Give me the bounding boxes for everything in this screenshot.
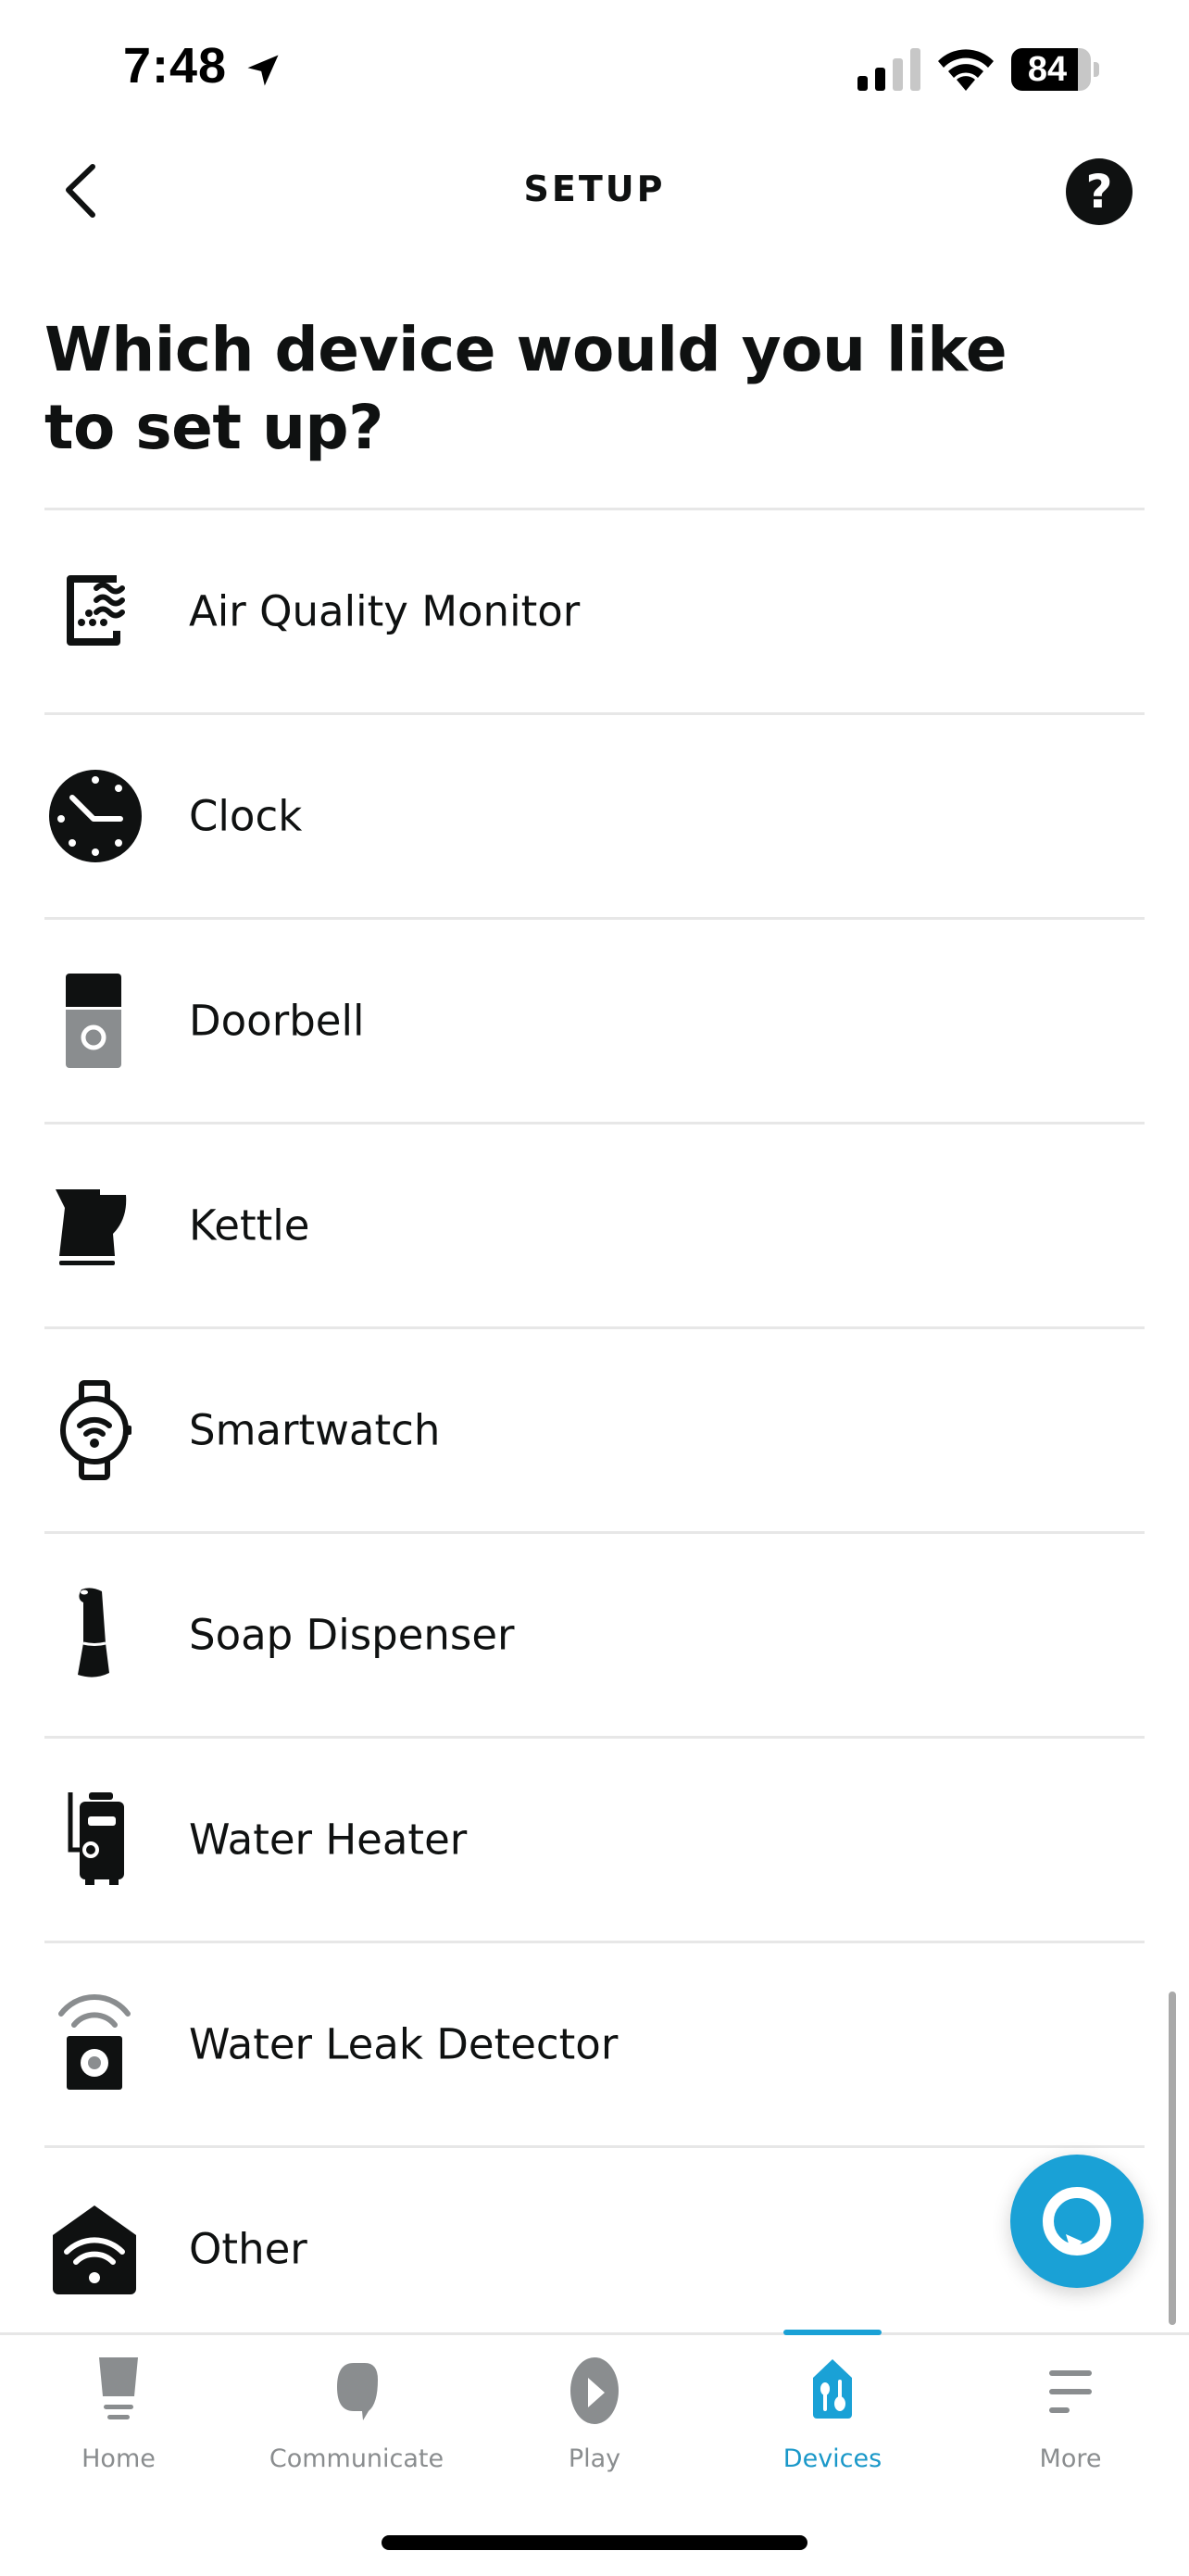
smartwatch-icon	[44, 1379, 146, 1481]
device-row-water-heater[interactable]: Water Heater	[44, 1736, 1145, 1941]
device-row-other[interactable]: Other	[44, 2145, 1145, 2350]
tab-label: More	[1039, 2444, 1102, 2473]
water-leak-detector-icon	[44, 1993, 146, 2095]
device-label: Smartwatch	[189, 1405, 441, 1455]
tab-label: Communicate	[269, 2444, 444, 2473]
tab-label: Devices	[782, 2444, 882, 2473]
scrollbar[interactable]	[1169, 1992, 1176, 2325]
clock-icon	[44, 765, 146, 867]
device-row-clock[interactable]: Clock	[44, 712, 1145, 917]
device-label: Air Quality Monitor	[189, 586, 581, 636]
device-row-smartwatch[interactable]: Smartwatch	[44, 1326, 1145, 1531]
device-list: Air Quality Monitor Clock Doorbell Kettl…	[44, 508, 1145, 2350]
tab-play[interactable]: Play	[502, 2335, 687, 2493]
doorbell-icon	[44, 970, 146, 1072]
device-label: Other	[189, 2224, 307, 2274]
tab-label: Home	[81, 2444, 156, 2473]
device-row-air-quality-monitor[interactable]: Air Quality Monitor	[44, 508, 1145, 712]
water-heater-icon	[44, 1789, 146, 1891]
question-heading: Which device would you like to set up?	[44, 314, 1008, 463]
cellular-signal-icon	[857, 48, 920, 91]
help-circle-icon: ?	[1085, 165, 1113, 219]
wifi-icon	[938, 49, 994, 91]
kettle-icon	[44, 1175, 146, 1276]
tab-devices[interactable]: Devices	[740, 2330, 925, 2493]
device-row-water-leak-detector[interactable]: Water Leak Detector	[44, 1941, 1145, 2145]
device-label: Water Leak Detector	[189, 2019, 619, 2069]
active-tab-indicator	[783, 2330, 882, 2335]
battery-percent: 84	[1027, 50, 1068, 89]
home-indicator[interactable]	[382, 2535, 807, 2550]
air-quality-monitor-icon	[44, 560, 146, 662]
device-label: Clock	[189, 791, 303, 841]
page-title: SETUP	[523, 169, 666, 209]
device-row-doorbell[interactable]: Doorbell	[44, 917, 1145, 1122]
device-label: Water Heater	[189, 1815, 468, 1865]
status-time: 7:48	[123, 38, 228, 94]
battery-icon: 84	[1011, 48, 1100, 91]
devices-icon	[791, 2357, 874, 2428]
communicate-icon	[315, 2357, 398, 2428]
device-label: Soap Dispenser	[189, 1610, 515, 1660]
other-wifi-device-icon	[44, 2198, 146, 2300]
device-label: Doorbell	[189, 996, 365, 1046]
alexa-icon	[1043, 2187, 1111, 2256]
soap-dispenser-icon	[44, 1584, 146, 1686]
play-icon	[553, 2357, 636, 2428]
tab-communicate[interactable]: Communicate	[264, 2335, 449, 2493]
device-row-kettle[interactable]: Kettle	[44, 1122, 1145, 1326]
alexa-button[interactable]	[1010, 2155, 1144, 2288]
more-icon	[1029, 2357, 1112, 2428]
home-icon	[77, 2357, 160, 2428]
location-arrow-icon	[247, 55, 279, 86]
tab-label: Play	[568, 2444, 621, 2473]
tab-home[interactable]: Home	[26, 2335, 211, 2493]
device-label: Kettle	[189, 1200, 310, 1250]
device-row-soap-dispenser[interactable]: Soap Dispenser	[44, 1531, 1145, 1736]
help-button[interactable]: ?	[1066, 158, 1133, 225]
tab-more[interactable]: More	[978, 2335, 1163, 2493]
